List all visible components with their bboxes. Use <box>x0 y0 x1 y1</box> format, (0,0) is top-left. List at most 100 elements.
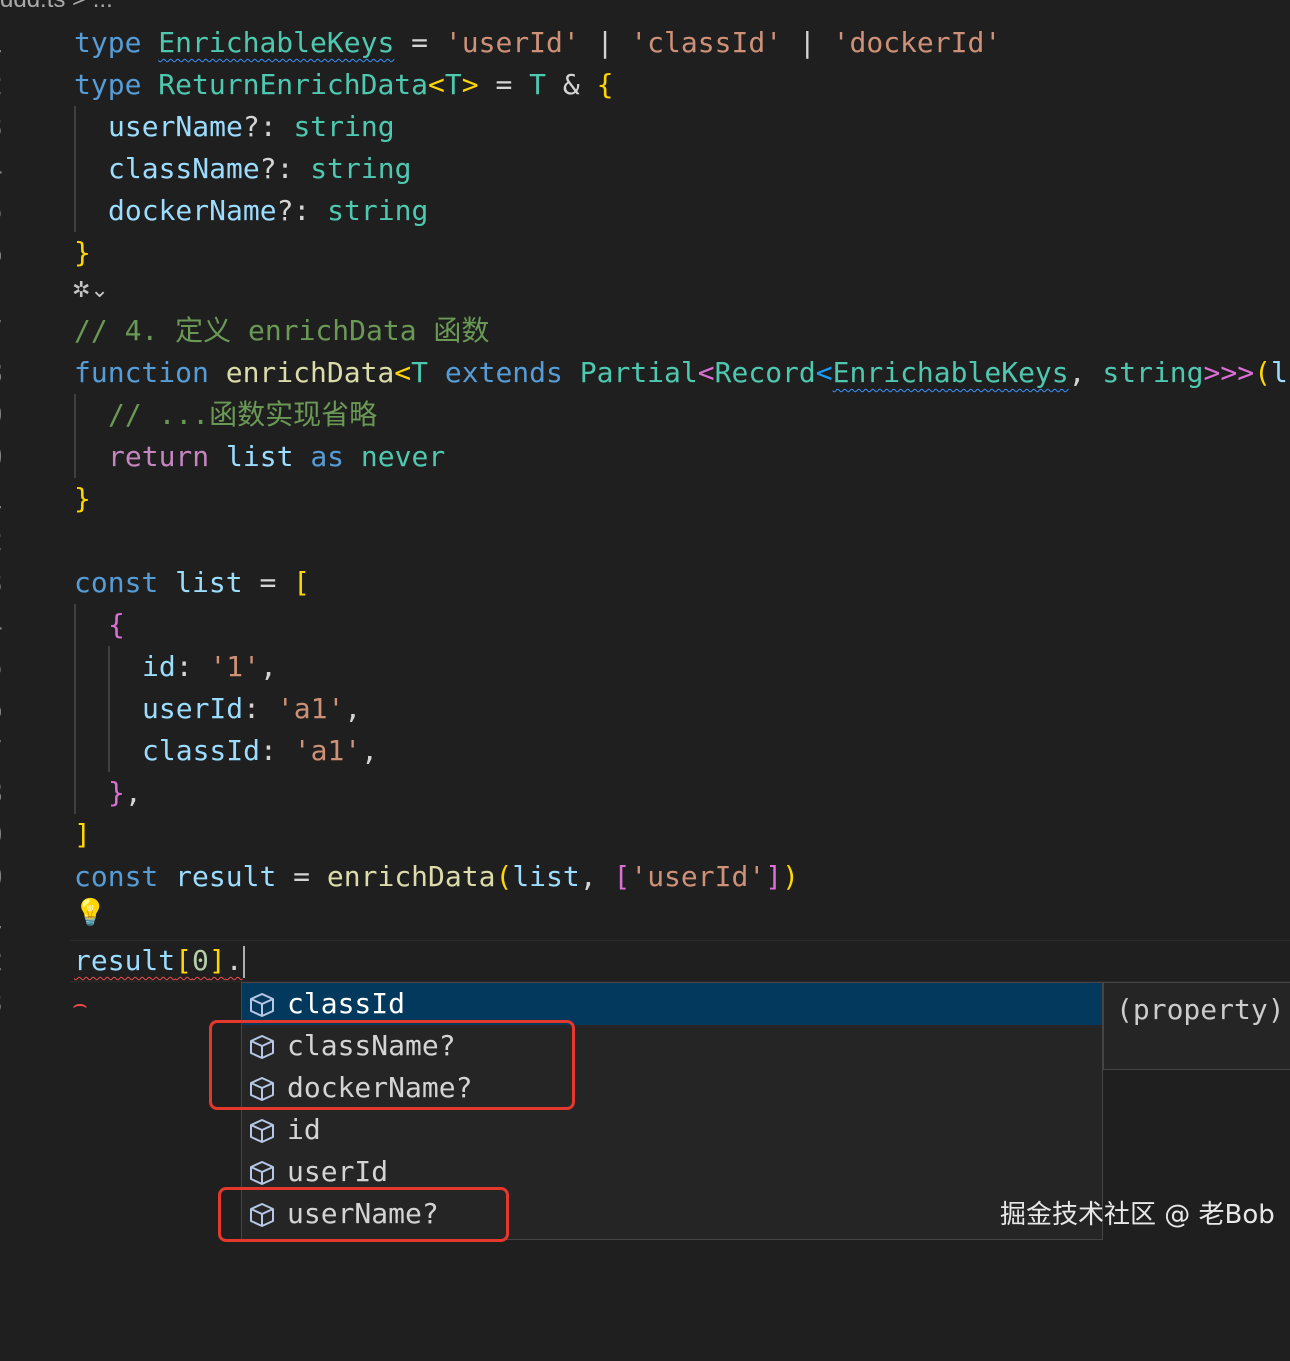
token: type <box>74 26 142 59</box>
token: enrichData <box>326 860 496 893</box>
token: dockerName <box>108 194 277 227</box>
code-line[interactable]: 7 classId: 'a1', <box>0 730 1290 772</box>
code-line[interactable]: 9 ] <box>0 814 1290 856</box>
token: result <box>175 860 277 893</box>
text-cursor <box>242 946 245 978</box>
suggest-details-panel: (property) <box>1103 982 1290 1070</box>
breadcrumb-separator: > <box>72 0 86 13</box>
code-line[interactable]: 5 dockerName?: string <box>0 190 1290 232</box>
token: result <box>74 944 176 977</box>
code-line[interactable]: 1 } <box>0 478 1290 520</box>
token: l <box>1270 356 1288 389</box>
token: [ <box>175 944 193 977</box>
token: 'userId' <box>444 26 580 59</box>
suggest-item-label: id <box>287 1113 321 1146</box>
token: >>> <box>1203 356 1255 389</box>
code-line[interactable]: 1 type EnrichableKeys = 'userId' | 'clas… <box>0 22 1290 64</box>
token: . <box>225 944 243 977</box>
line-number: 3 <box>0 106 26 148</box>
line-number: 5 <box>0 190 26 232</box>
code-editor[interactable]: 1 type EnrichableKeys = 'userId' | 'clas… <box>0 22 1290 1024</box>
code-line[interactable]: 5 id: '1', <box>0 646 1290 688</box>
token: ?: <box>242 110 294 143</box>
token: 'a1' <box>293 734 362 767</box>
token: 'dockerId' <box>832 26 1002 59</box>
token: , <box>1068 356 1103 389</box>
line-number: 7 <box>0 310 26 352</box>
line-number: 1 <box>0 22 26 64</box>
code-line[interactable]: 1 💡 <box>0 898 1290 940</box>
line-number: 6 <box>0 232 26 274</box>
watermark: 掘金技术社区 @ 老Bob <box>1000 1200 1275 1230</box>
code-line[interactable]: 3 userName?: string <box>0 106 1290 148</box>
suggest-item-classid[interactable]: classId <box>242 983 1102 1025</box>
token: ) <box>782 860 799 893</box>
token: { <box>108 608 125 641</box>
token: ] <box>208 944 226 977</box>
token: enrichData <box>225 356 395 389</box>
token: Partial <box>579 356 698 389</box>
lightbulb-icon[interactable]: 💡 <box>74 898 106 928</box>
code-line[interactable]: 3 const list = [ <box>0 562 1290 604</box>
breadcrumb-file[interactable]: ddd.ts <box>0 0 65 13</box>
token: list <box>512 860 580 893</box>
code-line[interactable]: 2 type ReturnEnrichData<T> = T & { <box>0 64 1290 106</box>
code-line[interactable]: 9 // ...函数实现省略 <box>0 394 1290 436</box>
line-number: 4 <box>0 604 26 646</box>
token: < <box>697 356 715 389</box>
line-number: 8 <box>0 352 26 394</box>
suggest-item-label: classId <box>287 987 406 1020</box>
code-line[interactable]: 6 } <box>0 232 1290 274</box>
code-line[interactable]: 4 { <box>0 604 1290 646</box>
token: < <box>394 356 412 389</box>
code-line[interactable]: 2 <box>0 520 1290 562</box>
token: never <box>360 440 446 473</box>
code-line[interactable]: 8 }, <box>0 772 1290 814</box>
token: type <box>74 68 142 101</box>
token: & <box>546 68 597 101</box>
comment: // ...函数实现省略 <box>108 398 378 431</box>
token: const <box>74 860 159 893</box>
breadcrumb[interactable]: ddd.ts > ... <box>0 0 113 14</box>
annotation-highlight-box <box>218 1187 509 1242</box>
codelens-line: ✲⌄ <box>0 274 1290 310</box>
token: 0 <box>192 944 209 977</box>
token: T <box>444 68 462 101</box>
line-number: 9 <box>0 394 26 436</box>
token: = <box>478 68 530 101</box>
token: = <box>394 26 445 59</box>
token: } <box>74 236 91 269</box>
code-line[interactable]: 8 function enrichData<T extends Partial<… <box>0 352 1290 394</box>
token: : <box>243 692 277 725</box>
line-number: 5 <box>0 646 26 688</box>
line-number: 6 <box>0 688 26 730</box>
token: extends <box>444 356 563 389</box>
line-number: 8 <box>0 772 26 814</box>
breadcrumb-rest[interactable]: ... <box>93 0 113 13</box>
code-line-current[interactable]: 2 result[0]. <box>0 940 1290 982</box>
token: list <box>226 440 294 473</box>
code-line[interactable]: 7 // 4. 定义 enrichData 函数 <box>0 310 1290 352</box>
token: < <box>428 68 445 101</box>
token: className <box>108 152 260 185</box>
token: string <box>310 152 412 185</box>
code-line[interactable]: 0 const result = enrichData(list, ['user… <box>0 856 1290 898</box>
code-line[interactable]: 4 className?: string <box>0 148 1290 190</box>
token: list <box>175 566 243 599</box>
token: } <box>74 482 91 515</box>
token: 'userId' <box>630 860 766 893</box>
suggest-item-id[interactable]: id <box>242 1109 1102 1151</box>
copilot-sparkle-icon[interactable]: ✲⌄ <box>72 278 109 303</box>
line-number: 2 <box>0 940 26 982</box>
token: ] <box>74 818 91 851</box>
code-line[interactable]: 6 userId: 'a1', <box>0 688 1290 730</box>
property-cube-icon <box>250 1161 274 1185</box>
token: function <box>74 356 209 389</box>
error-squiggle-icon: ⌢ <box>72 990 88 1018</box>
token: as <box>310 440 345 473</box>
token: id <box>142 650 176 683</box>
line-number: 2 <box>0 520 26 562</box>
token: ( <box>495 860 513 893</box>
code-line[interactable]: 0 return list as never <box>0 436 1290 478</box>
token: , <box>124 776 142 809</box>
